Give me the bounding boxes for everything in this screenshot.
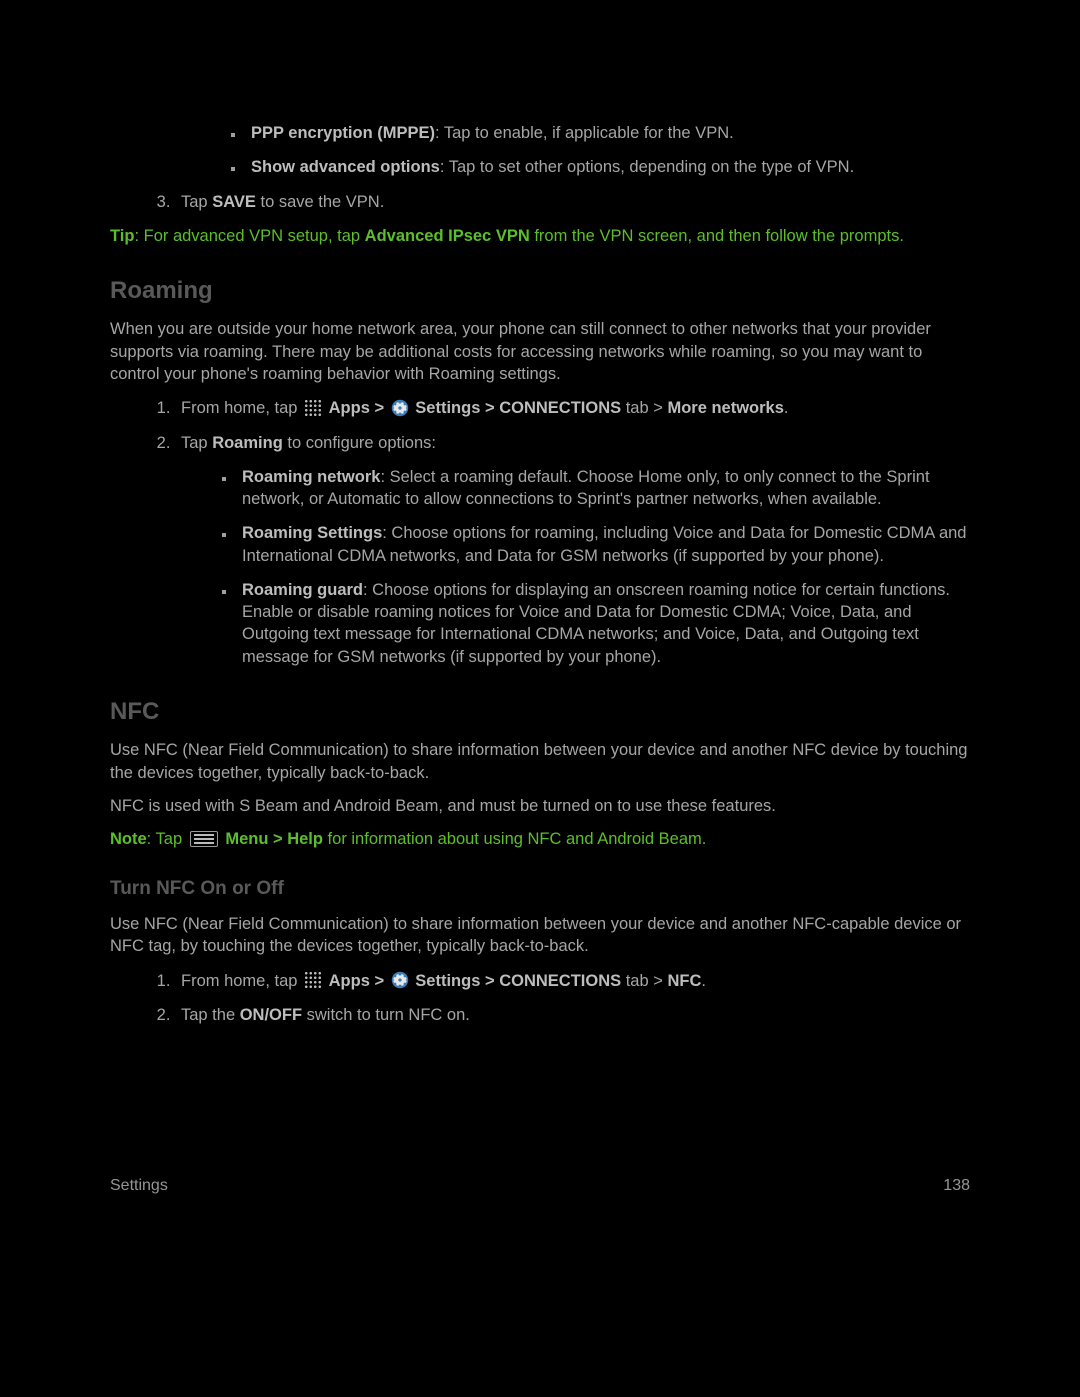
mid: tab > — [626, 972, 668, 990]
label: Roaming network — [242, 468, 380, 486]
settings-label: Settings > CONNECTIONS — [415, 972, 625, 990]
page-body: PPP encryption (MPPE): Tap to enable, if… — [0, 0, 1080, 1397]
apps-icon — [304, 399, 322, 417]
roaming-settings-option: Roaming Settings: Choose options for roa… — [236, 522, 970, 567]
desc: : Tap to enable, if applicable for the V… — [435, 124, 734, 142]
end: More networks — [667, 399, 783, 417]
pre: Tap — [181, 193, 212, 211]
label: PPP encryption (MPPE) — [251, 124, 435, 142]
nfc-steps: From home, tap Apps > Settings > CONNECT… — [110, 970, 970, 1027]
nfc-step-1: From home, tap Apps > Settings > CONNECT… — [175, 970, 970, 992]
roaming-step-2: Tap Roaming to configure options: Roamin… — [175, 432, 970, 668]
bold: Roaming — [212, 434, 283, 452]
nfc-step-2: Tap the ON/OFF switch to turn NFC on. — [175, 1004, 970, 1026]
desc: : Tap to set other options, depending on… — [440, 158, 854, 176]
roaming-heading: Roaming — [110, 275, 970, 307]
vpn-tip: Tip: For advanced VPN setup, tap Advance… — [110, 225, 970, 247]
apps-label: Apps > — [329, 399, 389, 417]
page-footer: Settings 138 — [110, 1175, 970, 1197]
vpn-advanced-option: Show advanced options: Tap to set other … — [245, 156, 970, 178]
tip-label: Tip — [110, 227, 134, 245]
roaming-intro: When you are outside your home network a… — [110, 318, 970, 385]
footer-page-number: 138 — [943, 1175, 970, 1197]
pre: Tap the — [181, 1006, 240, 1024]
vpn-steps-cont: Tap SAVE to save the VPN. — [110, 191, 970, 213]
end: NFC — [667, 972, 701, 990]
save-label: SAVE — [212, 193, 256, 211]
note-post: for information about using NFC and Andr… — [323, 830, 706, 848]
settings-label: Settings > CONNECTIONS — [415, 399, 625, 417]
nfc-subheading: Turn NFC On or Off — [110, 876, 970, 902]
footer-section: Settings — [110, 1175, 168, 1197]
roaming-network-option: Roaming network: Select a roaming defaul… — [236, 466, 970, 511]
mid: tab > — [626, 399, 668, 417]
label: Show advanced options — [251, 158, 440, 176]
tip-pre: : For advanced VPN setup, tap — [134, 227, 364, 245]
post: switch to turn NFC on. — [302, 1006, 470, 1024]
nfc-note: Note: Tap Menu > Help for information ab… — [110, 828, 970, 850]
label: Roaming Settings — [242, 524, 382, 542]
pre: Tap — [181, 434, 212, 452]
vpn-ppp-option: PPP encryption (MPPE): Tap to enable, if… — [245, 122, 970, 144]
roaming-steps: From home, tap Apps > Settings > CONNECT… — [110, 397, 970, 668]
post: to configure options: — [283, 434, 436, 452]
bold: ON/OFF — [240, 1006, 302, 1024]
post: to save the VPN. — [256, 193, 384, 211]
label: Roaming guard — [242, 581, 363, 599]
tip-post: from the VPN screen, and then follow the… — [530, 227, 904, 245]
pre: From home, tap — [181, 972, 302, 990]
note-label: Note — [110, 830, 147, 848]
nfc-heading: NFC — [110, 696, 970, 728]
note-pre: : Tap — [147, 830, 187, 848]
note-bold: Menu > Help — [225, 830, 323, 848]
pre: From home, tap — [181, 399, 302, 417]
nfc-intro-2: NFC is used with S Beam and Android Beam… — [110, 795, 970, 817]
menu-icon — [190, 831, 218, 847]
apps-icon — [304, 971, 322, 989]
roaming-options: Roaming network: Select a roaming defaul… — [181, 466, 970, 668]
vpn-sub-options: PPP encryption (MPPE): Tap to enable, if… — [190, 122, 970, 179]
nfc-sub-intro: Use NFC (Near Field Communication) to sh… — [110, 913, 970, 958]
roaming-step-1: From home, tap Apps > Settings > CONNECT… — [175, 397, 970, 419]
tip-bold: Advanced IPsec VPN — [365, 227, 530, 245]
roaming-guard-option: Roaming guard: Choose options for displa… — [236, 579, 970, 668]
content: PPP encryption (MPPE): Tap to enable, if… — [110, 122, 970, 1026]
settings-icon — [391, 971, 409, 989]
settings-icon — [391, 399, 409, 417]
apps-label: Apps > — [329, 972, 389, 990]
nfc-intro-1: Use NFC (Near Field Communication) to sh… — [110, 739, 970, 784]
vpn-step-3: Tap SAVE to save the VPN. — [175, 191, 970, 213]
